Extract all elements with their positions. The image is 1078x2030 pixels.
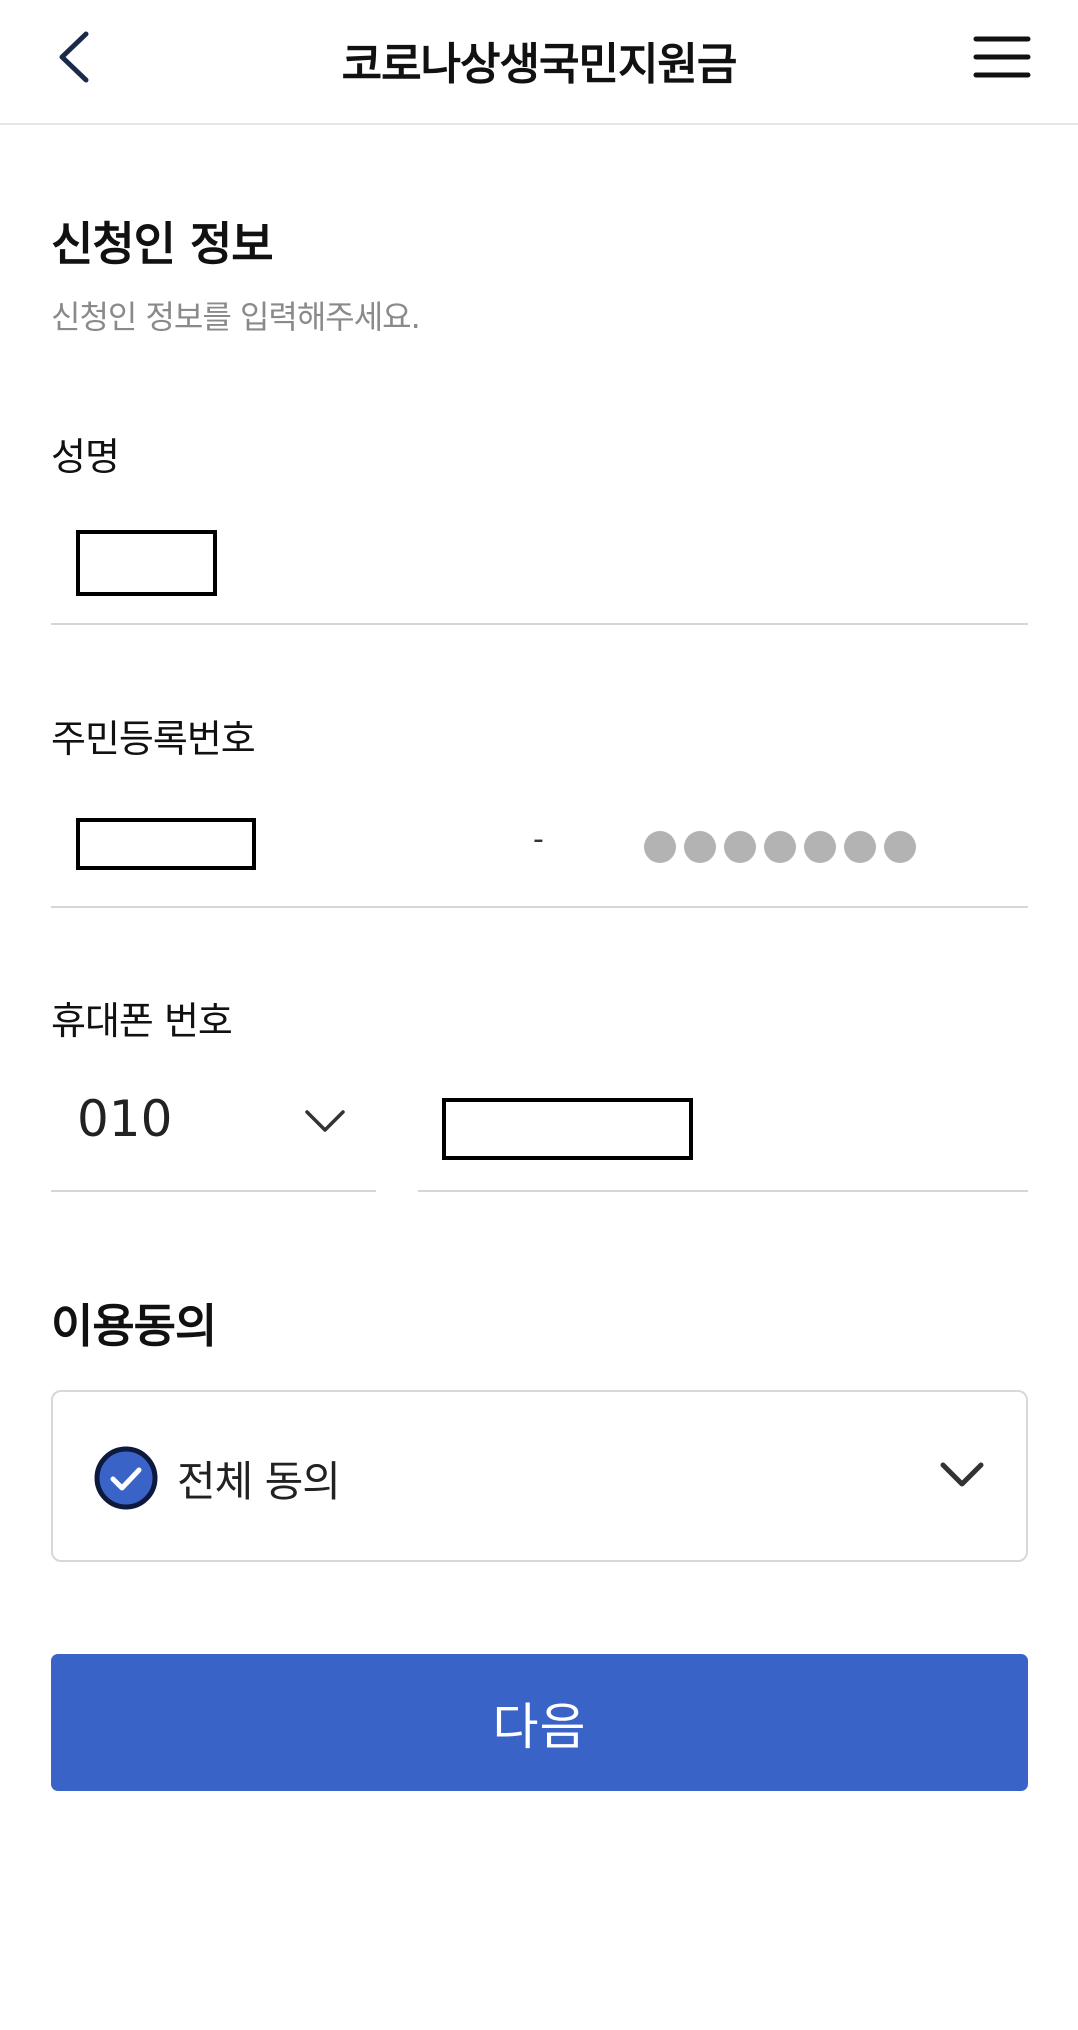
rrn-field-underline (51, 906, 1028, 908)
menu-button[interactable] (972, 30, 1032, 84)
rrn-back-masked-input[interactable] (644, 831, 916, 865)
next-button[interactable]: 다음 (51, 1654, 1028, 1791)
masked-digit-dot (804, 831, 836, 863)
phone-label: 휴대폰 번호 (51, 999, 233, 1043)
masked-digit-dot (844, 831, 876, 863)
masked-digit-dot (884, 831, 916, 863)
check-circle-icon[interactable] (93, 1445, 159, 1511)
name-field-underline (51, 623, 1028, 625)
phone-prefix-select[interactable]: 010 (51, 1080, 376, 1160)
chevron-down-icon[interactable] (938, 1460, 986, 1490)
masked-digit-dot (724, 831, 756, 863)
agree-all-label: 전체 동의 (177, 1457, 341, 1506)
applicant-section-title: 신청인 정보 (51, 217, 274, 271)
masked-digit-dot (764, 831, 796, 863)
app-header: 코로나상생국민지원금 (0, 0, 1078, 125)
agree-all-row[interactable]: 전체 동의 (51, 1390, 1028, 1562)
rrn-label: 주민등록번호 (51, 717, 256, 761)
applicant-section-description: 신청인 정보를 입력해주세요. (51, 298, 421, 336)
phone-number-underline (418, 1190, 1028, 1192)
name-input[interactable] (76, 530, 217, 596)
consent-section-title: 이용동의 (51, 1299, 217, 1353)
phone-number-input[interactable] (442, 1098, 693, 1160)
hamburger-menu-icon (973, 36, 1031, 78)
phone-prefix-underline (51, 1190, 376, 1192)
page-title: 코로나상생국민지원금 (341, 39, 738, 90)
rrn-front-input[interactable] (76, 818, 256, 870)
masked-digit-dot (684, 831, 716, 863)
name-label: 성명 (51, 435, 120, 479)
chevron-down-icon (305, 1110, 345, 1132)
masked-digit-dot (644, 831, 676, 863)
rrn-separator: - (533, 822, 544, 857)
phone-prefix-value: 010 (77, 1090, 173, 1148)
